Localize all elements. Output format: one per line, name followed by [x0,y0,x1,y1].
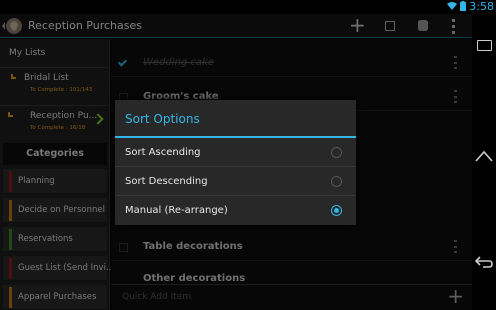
recent-apps-icon[interactable] [477,40,492,51]
radio-button[interactable] [331,147,342,158]
option-label: Sort Descending [125,176,208,187]
option-label: Sort Ascending [125,147,201,158]
status-time: 3:58 [469,0,494,13]
sort-options-dialog: Sort Options Sort Ascending Sort Descend… [115,100,356,225]
dialog-title: Sort Options [125,112,200,126]
home-icon[interactable] [475,150,493,162]
battery-icon [460,1,466,11]
radio-button-selected[interactable] [331,205,342,216]
manual-rearrange-option[interactable]: Manual (Re-arrange) [115,196,356,225]
status-bar: 3:58 [0,0,496,14]
sort-ascending-option[interactable]: Sort Ascending [115,138,356,167]
status-icons [447,1,466,11]
option-label: Manual (Re-arrange) [125,205,228,216]
radio-button[interactable] [331,176,342,187]
sort-descending-option[interactable]: Sort Descending [115,167,356,196]
back-icon[interactable] [475,255,493,269]
system-nav-bar [472,14,496,310]
wifi-icon [447,2,457,10]
